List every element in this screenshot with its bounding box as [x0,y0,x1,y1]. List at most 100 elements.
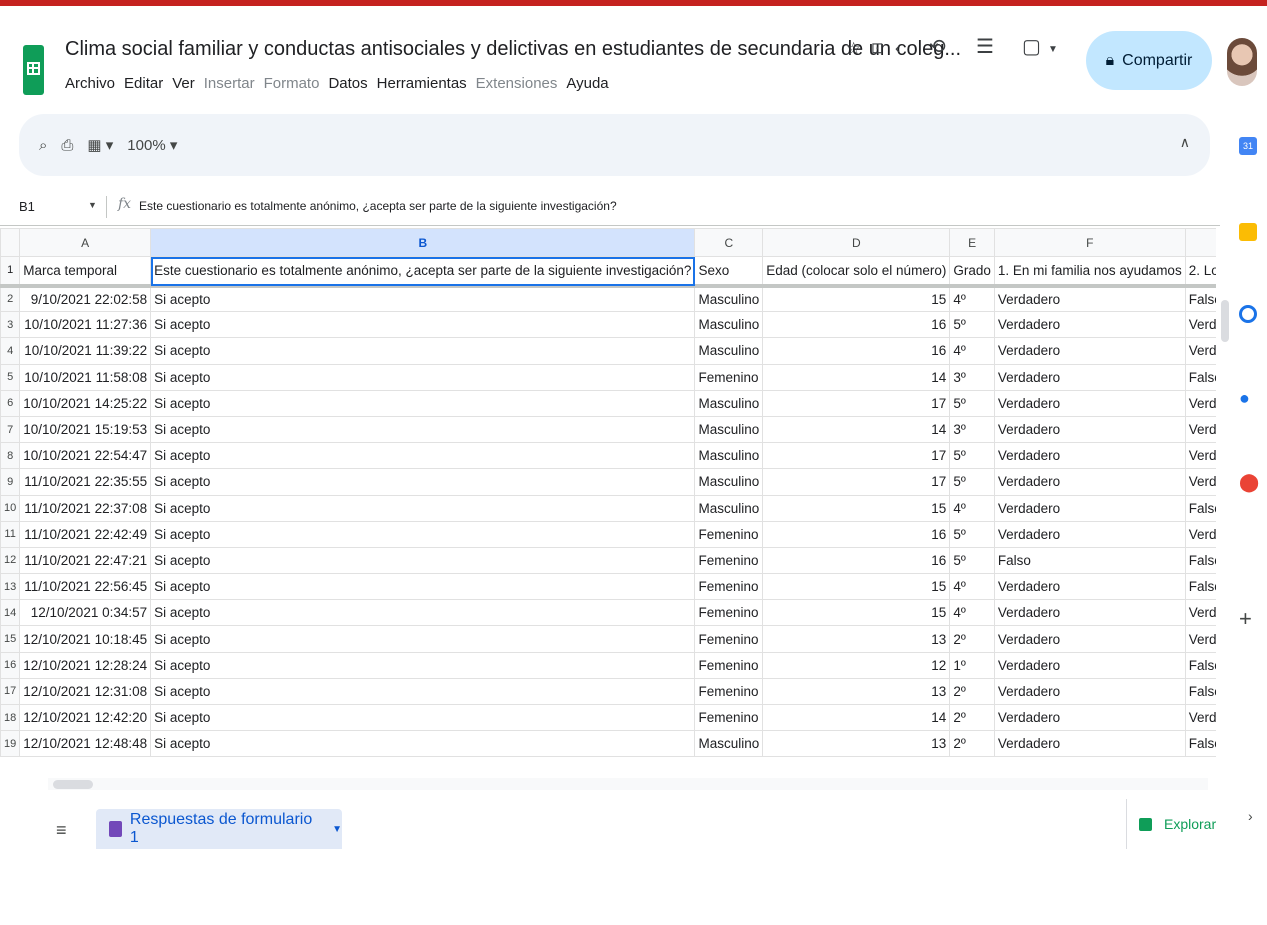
cell[interactable]: Verdadero [993,415,1186,444]
cell[interactable]: Si acepto [150,363,696,391]
cell[interactable]: Verdadero [1184,520,1216,548]
explore-button[interactable]: Explorar [1126,799,1225,849]
cell[interactable]: 3º [949,363,995,391]
cell[interactable]: 12/10/2021 12:31:08 [19,677,152,706]
document-title[interactable]: Clima social familiar y conductas antiso… [65,38,961,61]
column-header-b[interactable]: B [150,228,696,257]
zoom-select[interactable]: 100% ▾ [127,136,177,154]
paint-format-icon[interactable]: ▦ ▾ [87,136,113,154]
move-to-folder-icon[interactable]: ⊡ [871,39,884,59]
cell[interactable]: 5º [949,389,995,417]
cell[interactable]: 15 [762,494,951,522]
cell[interactable]: Falso [1184,494,1216,522]
select-all-corner[interactable] [0,228,21,257]
cell[interactable]: 2º [949,730,995,758]
keep-icon[interactable] [1239,223,1257,241]
horizontal-scrollbar[interactable] [53,780,93,789]
row-header[interactable]: 16 [0,651,21,679]
cell[interactable]: Femenino [694,520,764,548]
row-header[interactable]: 18 [0,703,21,732]
cell[interactable]: Verdadero [993,599,1186,627]
cell[interactable]: 10/10/2021 11:27:36 [19,311,152,339]
name-box[interactable]: B1 [19,199,35,214]
cell[interactable]: Si acepto [150,546,696,575]
cell[interactable]: Si acepto [150,415,696,444]
row-header[interactable]: 17 [0,677,21,706]
cell[interactable]: Masculino [694,468,764,496]
header-cell[interactable]: Este cuestionario es totalmente anónimo,… [150,256,696,288]
cell[interactable]: 11/10/2021 22:47:21 [19,546,152,575]
cell[interactable]: 13 [762,625,951,653]
cell[interactable]: Si acepto [150,337,696,365]
cell[interactable]: Si acepto [150,284,696,313]
cell[interactable]: 11/10/2021 22:37:08 [19,494,152,522]
cell[interactable]: Verdadero [993,363,1186,391]
cell[interactable]: Verdadero [993,730,1186,758]
cell[interactable]: Falso [1184,573,1216,601]
cell[interactable]: 2º [949,625,995,653]
row-header[interactable]: 19 [0,730,21,758]
cell[interactable]: 14 [762,363,951,391]
cell[interactable]: 5º [949,468,995,496]
cell[interactable]: 12/10/2021 12:28:24 [19,651,152,679]
share-button[interactable]: 🔒︎ Compartir [1086,31,1212,90]
cell[interactable]: 12 [762,651,951,679]
cell[interactable]: Femenino [694,546,764,575]
cell[interactable]: Falso [1184,730,1216,758]
cell[interactable]: Verdadero [993,494,1186,522]
row-header[interactable]: 3 [0,311,21,339]
cell[interactable]: 2º [949,703,995,732]
cell[interactable]: 12/10/2021 10:18:45 [19,625,152,653]
chevron-down-icon[interactable]: ▼ [332,824,342,835]
cell[interactable]: Si acepto [150,311,696,339]
cell[interactable]: Masculino [694,311,764,339]
cell[interactable]: Femenino [694,651,764,679]
cell[interactable]: Falso [1184,651,1216,679]
cell[interactable]: 5º [949,546,995,575]
cell[interactable]: Si acepto [150,494,696,522]
cell[interactable]: Verdadero [993,703,1186,732]
row-header[interactable]: 12 [0,546,21,575]
cell[interactable]: Falso [1184,677,1216,706]
row-header[interactable]: 6 [0,389,21,417]
column-header-f[interactable]: F [993,228,1186,257]
row-header[interactable]: 9 [0,468,21,496]
menu-item-editar[interactable]: Editar [124,75,163,92]
cell[interactable]: 4º [949,284,995,313]
cell[interactable]: Verdadero [993,520,1186,548]
version-history-icon[interactable]: ⟲ [929,37,946,57]
cell[interactable]: Si acepto [150,730,696,758]
contacts-icon[interactable]: ● [1239,388,1257,408]
cell[interactable]: Femenino [694,363,764,391]
cell[interactable]: Falso [1184,363,1216,391]
menu-item-herramientas[interactable]: Herramientas [377,75,467,92]
header-cell[interactable]: 2. Los miembros de la familia [1184,256,1216,288]
cell[interactable]: Falso [993,546,1186,575]
cell[interactable]: Verdadero [993,311,1186,339]
cell[interactable]: Femenino [694,625,764,653]
cell[interactable]: 13 [762,730,951,758]
menu-item-datos[interactable]: Datos [328,75,367,92]
tasks-icon[interactable] [1239,305,1257,323]
header-cell[interactable]: 1. En mi familia nos ayudamos [993,256,1186,288]
cell[interactable]: 13 [762,677,951,706]
cell[interactable]: 4º [949,337,995,365]
cell[interactable]: Si acepto [150,703,696,732]
cell[interactable]: 4º [949,494,995,522]
cell[interactable]: Falso [1184,284,1216,313]
menu-item-formato[interactable]: Formato [264,75,320,92]
cell[interactable]: 5º [949,311,995,339]
cell[interactable]: 12/10/2021 12:48:48 [19,730,152,758]
row-header[interactable]: 10 [0,494,21,522]
row-header[interactable]: 2 [0,284,21,313]
menu-item-archivo[interactable]: Archivo [65,75,115,92]
cell[interactable]: Verdadero [993,284,1186,313]
header-cell[interactable]: Sexo [694,256,764,288]
cell[interactable]: Masculino [694,284,764,313]
cell[interactable]: Verdadero [1184,389,1216,417]
cell[interactable]: Masculino [694,389,764,417]
cell[interactable]: Verdadero [1184,337,1216,365]
row-header[interactable]: 7 [0,415,21,444]
cell[interactable]: 15 [762,599,951,627]
row-header[interactable]: 15 [0,625,21,653]
